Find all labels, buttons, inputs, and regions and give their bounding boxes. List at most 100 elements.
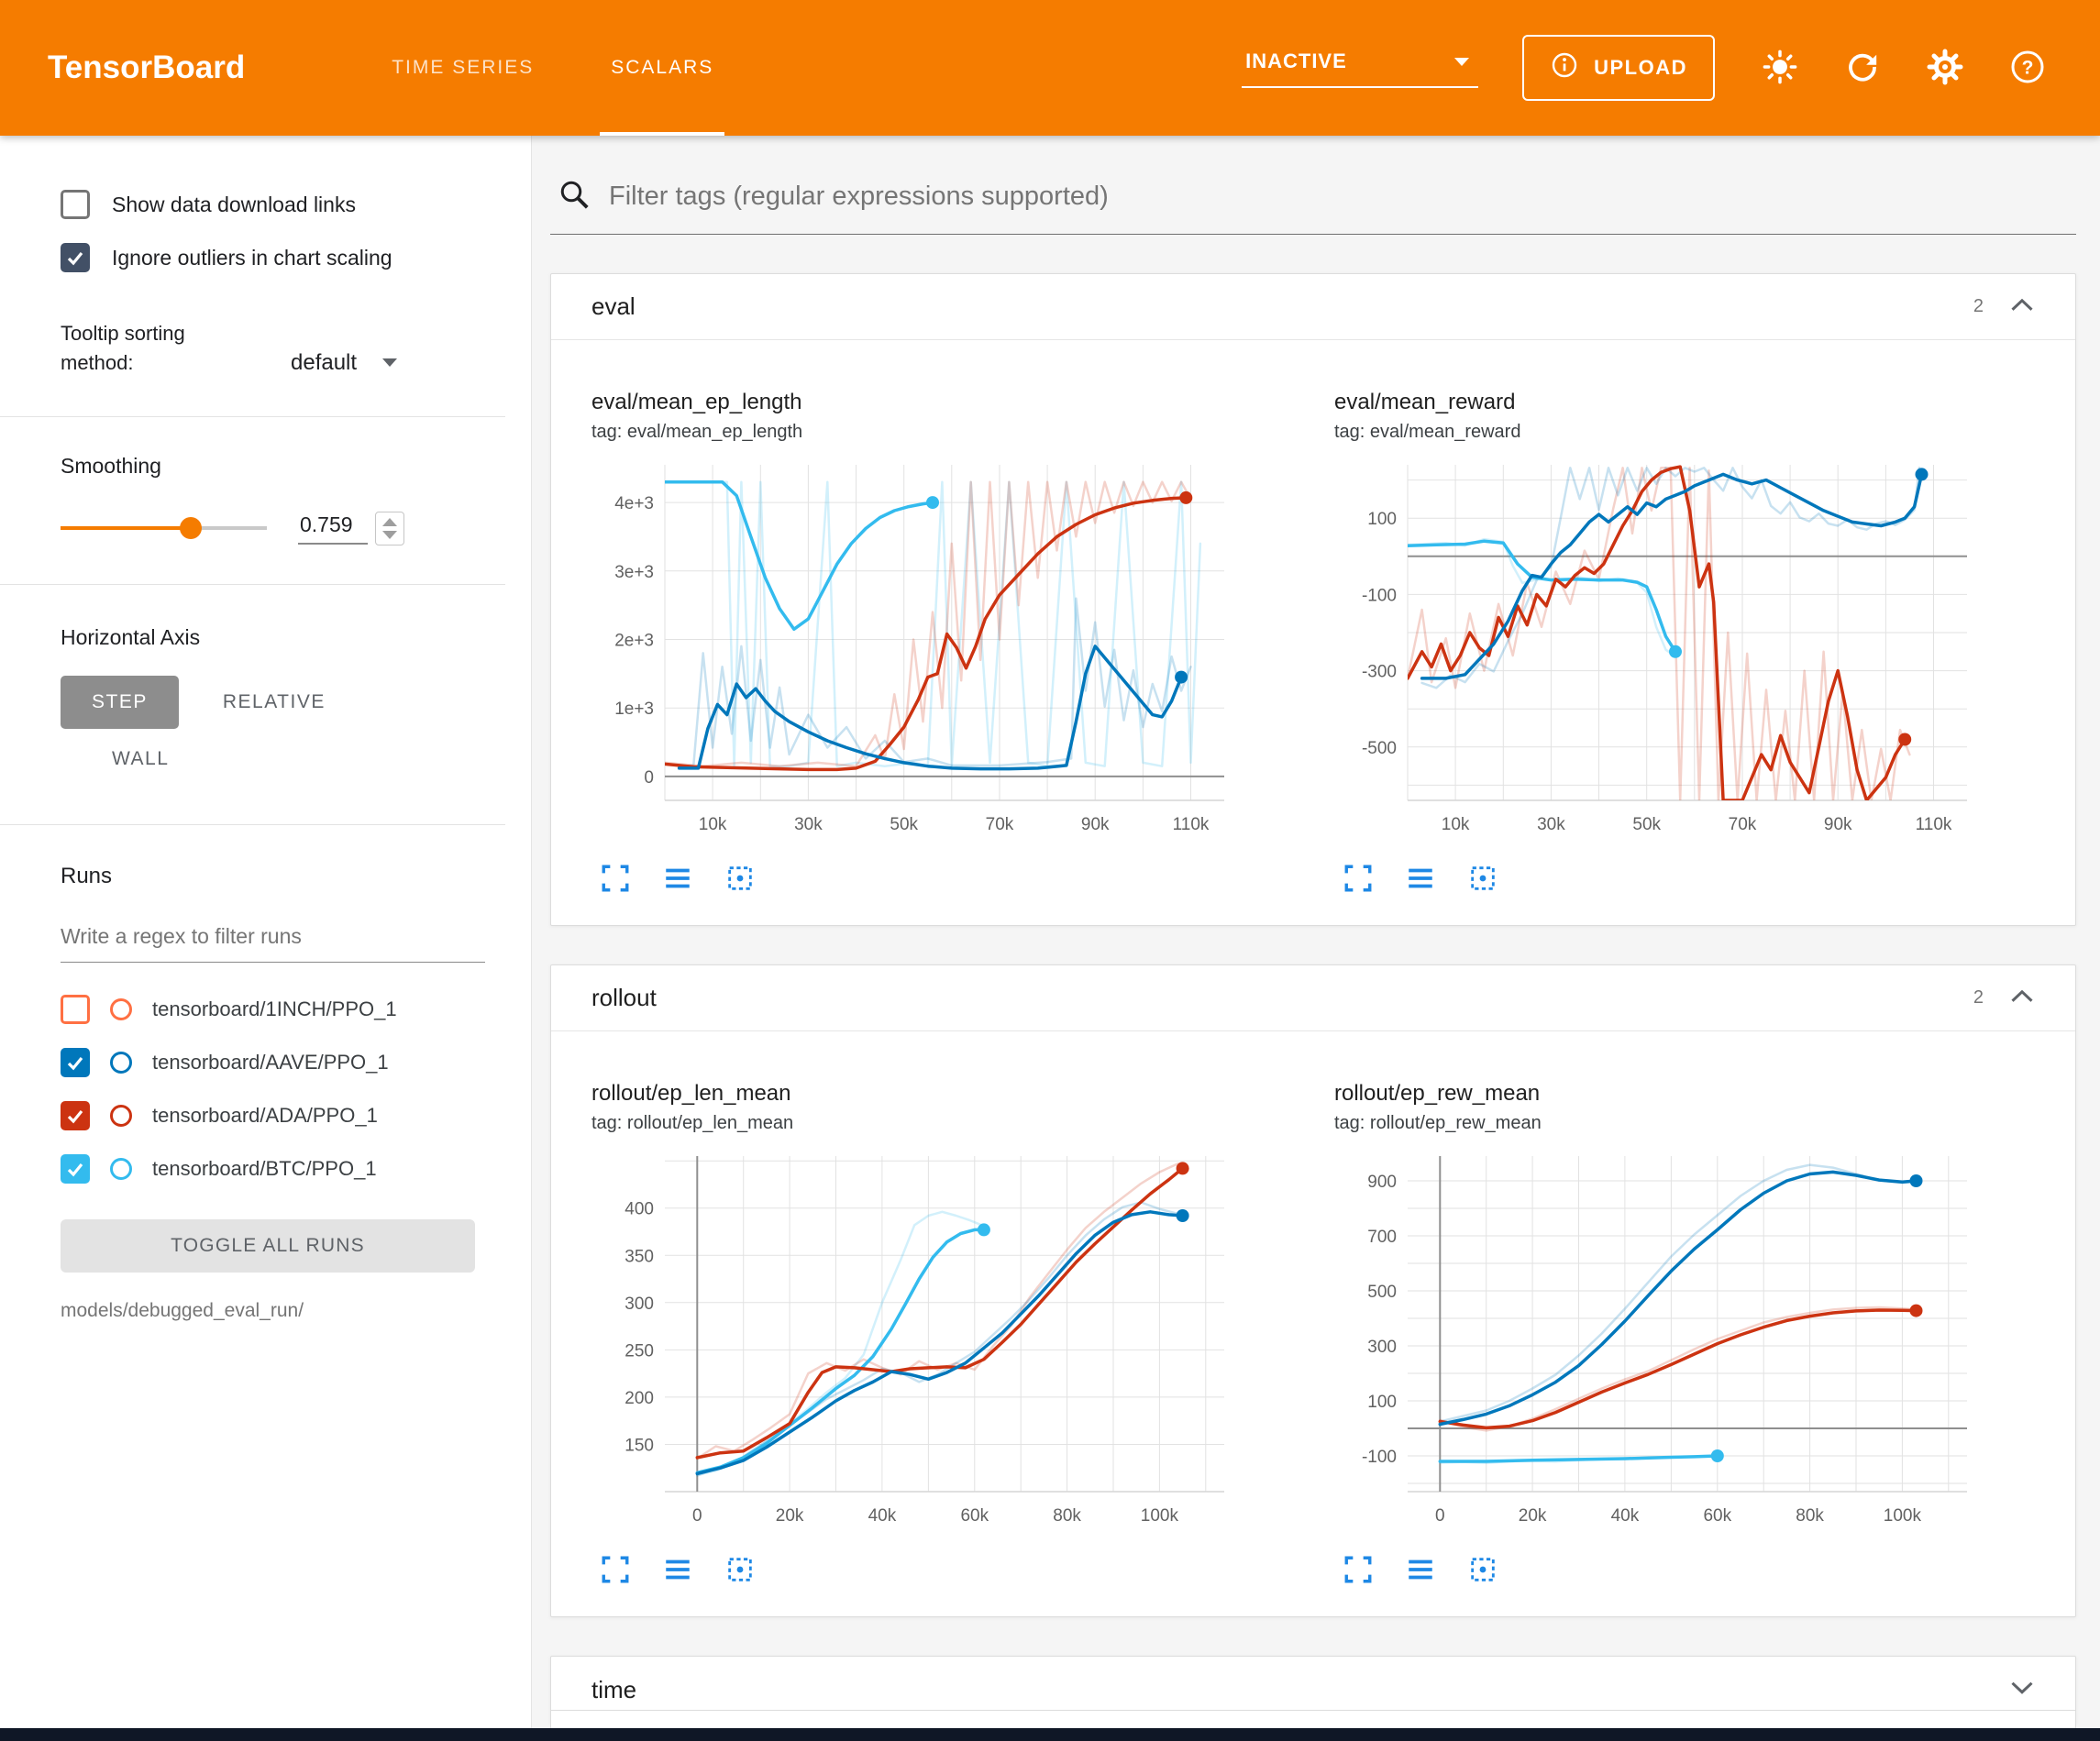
tag-filter-input[interactable]	[609, 182, 2071, 212]
run-checkbox-icon[interactable]	[61, 1048, 90, 1077]
sidebar-divider	[0, 416, 505, 417]
refresh-icon	[1845, 50, 1880, 87]
chart-canvas[interactable]: 10k30k50k70k90k110k01e+32e+33e+34e+3	[591, 452, 1233, 857]
svg-text:400: 400	[624, 1200, 654, 1219]
chart-canvas[interactable]: 020k40k60k80k100k-100100300500700900	[1334, 1143, 1976, 1548]
data-table-icon[interactable]	[661, 863, 694, 896]
expand-chart-icon[interactable]	[1342, 863, 1375, 896]
status-dropdown-value: INACTIVE	[1245, 50, 1347, 73]
run-item-btc[interactable]: tensorboard/BTC/PPO_1	[61, 1142, 494, 1196]
svg-text:900: 900	[1367, 1173, 1397, 1192]
tab-scalars[interactable]: SCALARS	[600, 0, 724, 136]
expand-chart-icon[interactable]	[599, 863, 632, 896]
chart-canvas[interactable]: 10k30k50k70k90k110k100-100-300-500	[1334, 452, 1976, 857]
card-eval: eval 2 eval/mean_ep_length tag: eval/mea…	[550, 273, 2076, 926]
fit-domain-icon[interactable]	[1466, 1554, 1499, 1587]
card-rollout-header[interactable]: rollout 2	[551, 965, 2075, 1031]
svg-text:40k: 40k	[1611, 1506, 1640, 1526]
smoothing-slider[interactable]	[61, 517, 267, 539]
run-checkbox-icon[interactable]	[61, 1101, 90, 1130]
toggle-all-runs-button[interactable]: TOGGLE ALL RUNS	[61, 1219, 475, 1273]
svg-text:110k: 110k	[1173, 815, 1210, 834]
svg-text:100: 100	[1367, 510, 1397, 529]
run-checkbox-icon[interactable]	[61, 995, 90, 1024]
svg-text:250: 250	[624, 1341, 654, 1361]
card-eval-header[interactable]: eval 2	[551, 274, 2075, 340]
help-button[interactable]: ?	[2008, 49, 2047, 87]
fit-domain-icon[interactable]	[1466, 863, 1499, 896]
brightness-toggle-button[interactable]	[1761, 49, 1799, 87]
svg-text:30k: 30k	[794, 815, 823, 834]
chart-canvas[interactable]: 020k40k60k80k100k150200250300350400	[591, 1143, 1233, 1548]
run-list: tensorboard/1INCH/PPO_1 tensorboard/AAVE…	[61, 983, 494, 1196]
svg-text:50k: 50k	[890, 815, 918, 834]
settings-sidebar: Show data download links Ignore outliers…	[0, 136, 532, 1741]
scalars-dashboard: eval 2 eval/mean_ep_length tag: eval/mea…	[532, 136, 2100, 1741]
svg-text:110k: 110k	[1916, 815, 1952, 834]
chevron-up-icon[interactable]	[2009, 988, 2035, 1008]
card-title: time	[591, 1676, 636, 1704]
brightness-icon	[1763, 50, 1797, 87]
svg-text:10k: 10k	[1442, 815, 1470, 834]
spinner-up-icon[interactable]	[382, 518, 397, 526]
svg-text:?: ?	[2022, 57, 2034, 78]
sidebar-divider	[0, 824, 505, 825]
data-table-icon[interactable]	[1404, 863, 1437, 896]
smoothing-value-input[interactable]: 0.759	[298, 512, 368, 545]
run-item-ada[interactable]: tensorboard/ADA/PPO_1	[61, 1089, 494, 1142]
svg-text:-100: -100	[1362, 586, 1397, 605]
ignore-outliers-checkbox-row[interactable]: Ignore outliers in chart scaling	[61, 231, 494, 284]
spinner-down-icon[interactable]	[382, 531, 397, 539]
refresh-button[interactable]	[1843, 49, 1882, 87]
run-checkbox-icon[interactable]	[61, 1154, 90, 1184]
chevron-down-icon[interactable]	[2009, 1680, 2035, 1700]
run-isolate-radio-icon[interactable]	[110, 1105, 132, 1127]
tab-time-series[interactable]: TIME SERIES	[381, 0, 545, 136]
axis-step-button[interactable]: STEP	[61, 676, 179, 729]
run-isolate-radio-icon[interactable]	[110, 1158, 132, 1180]
axis-relative-button[interactable]: RELATIVE	[197, 676, 351, 729]
axis-wall-button[interactable]: WALL	[86, 733, 194, 786]
tooltip-sorting-dropdown[interactable]: default	[291, 350, 397, 378]
chevron-down-icon	[382, 358, 397, 367]
chart-eval-mean-reward: eval/mean_reward tag: eval/mean_reward 1…	[1334, 390, 2039, 896]
run-item-1inch[interactable]: tensorboard/1INCH/PPO_1	[61, 983, 494, 1036]
svg-text:500: 500	[1367, 1283, 1397, 1302]
smoothing-spinner[interactable]	[375, 512, 404, 545]
slider-fill	[61, 526, 191, 530]
runs-section-title: Runs	[61, 864, 494, 889]
svg-text:20k: 20k	[1519, 1506, 1547, 1526]
data-table-icon[interactable]	[661, 1554, 694, 1587]
checkbox-icon	[61, 243, 90, 272]
checkbox-label: Show data download links	[112, 193, 356, 217]
run-isolate-radio-icon[interactable]	[110, 1052, 132, 1074]
fit-domain-icon[interactable]	[724, 1554, 757, 1587]
expand-chart-icon[interactable]	[599, 1554, 632, 1587]
status-dropdown[interactable]: INACTIVE	[1242, 48, 1478, 88]
data-table-icon[interactable]	[1404, 1554, 1437, 1587]
tooltip-sorting-label: Tooltip sorting method:	[61, 319, 249, 378]
chart-title: eval/mean_reward	[1334, 390, 2039, 415]
app-title: TensorBoard	[48, 50, 245, 86]
chart-rollout-ep-len-mean: rollout/ep_len_mean tag: rollout/ep_len_…	[591, 1081, 1296, 1587]
expand-chart-icon[interactable]	[1342, 1554, 1375, 1587]
svg-text:100: 100	[1367, 1393, 1397, 1412]
svg-text:90k: 90k	[1824, 815, 1852, 834]
svg-text:70k: 70k	[1729, 815, 1757, 834]
topbar-icon-cluster: ?	[1761, 49, 2047, 87]
fit-domain-icon[interactable]	[724, 863, 757, 896]
svg-text:20k: 20k	[776, 1506, 804, 1526]
run-item-aave[interactable]: tensorboard/AAVE/PPO_1	[61, 1036, 494, 1089]
upload-button[interactable]: UPLOAD	[1522, 35, 1715, 101]
chart-tag: tag: eval/mean_reward	[1334, 422, 2039, 443]
chart-tag: tag: rollout/ep_len_mean	[591, 1113, 1296, 1134]
svg-text:100k: 100k	[1141, 1506, 1179, 1526]
run-isolate-radio-icon[interactable]	[110, 998, 132, 1020]
chevron-up-icon[interactable]	[2009, 297, 2035, 317]
settings-button[interactable]	[1926, 49, 1964, 87]
run-label: tensorboard/1INCH/PPO_1	[152, 997, 397, 1021]
runs-filter-input[interactable]	[61, 919, 485, 963]
slider-thumb[interactable]	[180, 517, 202, 539]
show-download-links-checkbox-row[interactable]: Show data download links	[61, 178, 494, 231]
svg-text:50k: 50k	[1632, 815, 1661, 834]
